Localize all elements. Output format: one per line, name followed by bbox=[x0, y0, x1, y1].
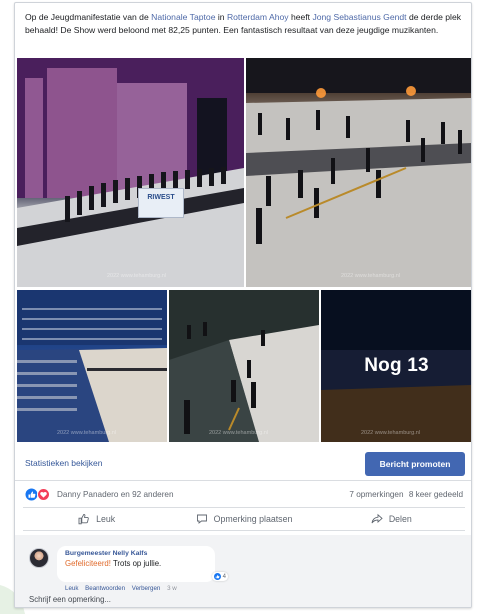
link-nationale-taptoe[interactable]: Nationale Taptoe bbox=[151, 12, 215, 22]
comments-section: Burgemeester Nelly Kalfs Gefeliciteerd! … bbox=[15, 535, 471, 607]
facebook-post-card: Op de Jeugdmanifestatie van de Nationale… bbox=[14, 2, 472, 608]
more-photos-count: Nog 13 bbox=[364, 355, 429, 376]
comment-icon bbox=[196, 514, 207, 524]
photo-4-scene bbox=[169, 290, 319, 442]
like-icon bbox=[213, 572, 221, 580]
photo-watermark: 2022 www.tehamburg.nl bbox=[57, 430, 117, 436]
photo-watermark: 2022 www.tehamburg.nl bbox=[107, 273, 167, 279]
comment-reaction-count: 4 bbox=[222, 574, 226, 580]
comment-author[interactable]: Burgemeester Nelly Kalfs bbox=[65, 550, 207, 557]
comment-emphasis: Gefeliciteerd! bbox=[65, 559, 111, 568]
photo-2[interactable]: 2022 www.tehamburg.nl bbox=[246, 58, 471, 287]
photo-1[interactable]: RIWEST 2022 www.tehamburg.nl bbox=[17, 58, 244, 287]
share-label: Delen bbox=[388, 514, 412, 524]
photo-watermark: 2022 www.tehamburg.nl bbox=[209, 430, 269, 436]
comment-hide-link[interactable]: Verbergen bbox=[132, 585, 161, 592]
comment-like-link[interactable]: Leuk bbox=[65, 585, 78, 592]
photo-4[interactable]: 2022 www.tehamburg.nl bbox=[169, 290, 319, 442]
comment-body: Trots op jullie. bbox=[110, 559, 162, 568]
comment-text: Gefeliciteerd! Trots op jullie. bbox=[65, 559, 207, 568]
post-text-segment: Op de Jeugdmanifestatie van de bbox=[25, 12, 152, 22]
like-button[interactable]: Leuk bbox=[23, 508, 170, 530]
post-text-segment: in bbox=[215, 12, 227, 22]
comment-bubble: Burgemeester Nelly Kalfs Gefeliciteerd! … bbox=[57, 546, 228, 582]
reactions-row: Danny Panadero en 92 anderen 7 opmerking… bbox=[15, 485, 471, 507]
photo-banner: RIWEST bbox=[138, 188, 184, 218]
comment-time: 3 w bbox=[167, 585, 177, 592]
comment-button[interactable]: Opmerking plaatsen bbox=[170, 508, 317, 530]
insights-row: Statistieken bekijken Bericht promoten bbox=[15, 447, 471, 481]
comment-input[interactable]: Schrijf een opmerking... bbox=[29, 595, 111, 604]
reactor-names[interactable]: Danny Panadero en 92 anderen bbox=[57, 490, 174, 499]
post-text-segment: heeft bbox=[288, 12, 313, 22]
photo-3[interactable]: 2022 www.tehamburg.nl bbox=[17, 290, 167, 442]
photo-2-scene bbox=[246, 58, 471, 287]
comment-actions: Leuk Beantwoorden Verbergen 3 w bbox=[65, 585, 182, 592]
link-rotterdam-ahoy[interactable]: Rotterdam Ahoy bbox=[227, 12, 289, 22]
comment-label: Opmerking plaatsen bbox=[213, 514, 293, 524]
share-icon bbox=[371, 513, 383, 524]
photo-3-scene bbox=[17, 290, 167, 442]
like-icon bbox=[25, 488, 38, 501]
photo-watermark: 2022 www.tehamburg.nl bbox=[341, 273, 401, 279]
reaction-icons[interactable] bbox=[25, 488, 51, 501]
thumbs-up-icon bbox=[78, 513, 89, 525]
engagement-counts: 7 opmerkingen 8 keer gedeeld bbox=[349, 490, 463, 499]
comment-reply-link[interactable]: Beantwoorden bbox=[85, 585, 125, 592]
love-icon bbox=[37, 488, 50, 501]
photo-5-more[interactable]: Nog 13 2022 www.tehamburg.nl bbox=[321, 290, 471, 442]
post-text: Op de Jeugdmanifestatie van de Nationale… bbox=[25, 11, 465, 36]
shares-count[interactable]: 8 keer gedeeld bbox=[409, 490, 463, 499]
avatar[interactable] bbox=[29, 548, 49, 568]
post-actions: Leuk Opmerking plaatsen Delen bbox=[23, 507, 465, 531]
photo-1-scene bbox=[17, 58, 244, 287]
comments-count[interactable]: 7 opmerkingen bbox=[349, 490, 403, 499]
more-photos-overlay[interactable]: Nog 13 bbox=[321, 290, 471, 442]
share-button[interactable]: Delen bbox=[318, 508, 465, 530]
like-label: Leuk bbox=[96, 514, 116, 524]
photo-watermark: 2022 www.tehamburg.nl bbox=[361, 430, 421, 436]
comment-reaction[interactable]: 4 bbox=[211, 571, 228, 581]
link-jong-sebastianus-gendt[interactable]: Jong Sebastianus Gendt bbox=[312, 12, 406, 22]
view-insights-link[interactable]: Statistieken bekijken bbox=[25, 458, 103, 468]
promote-post-button[interactable]: Bericht promoten bbox=[365, 452, 465, 476]
